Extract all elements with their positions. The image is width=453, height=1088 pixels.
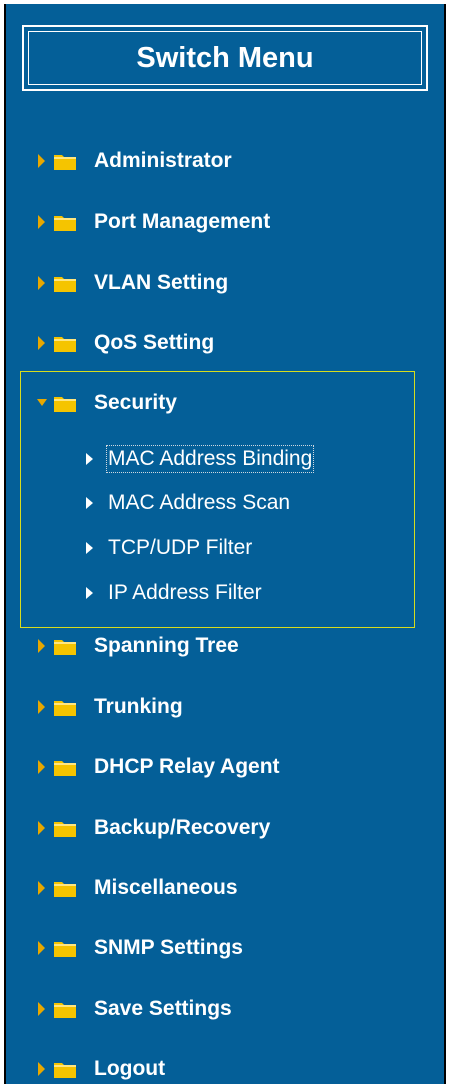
submenu-item-label: MAC Address Binding [105,445,315,473]
folder-icon [54,761,76,776]
folder-icon [54,277,76,292]
menu-item-label: Logout [94,1057,166,1080]
submenu-item-label: IP Address Filter [108,581,262,604]
menu-title-box: Switch Menu [22,25,428,91]
expand-arrow-icon [38,276,45,290]
expand-arrow-icon [38,700,45,714]
menu-item-label: QoS Setting [94,331,215,354]
submenu-item-label: MAC Address Scan [108,491,291,514]
switch-menu-panel: Switch Menu Administrator Port Managemen… [4,4,446,1084]
menu-item-label: Port Management [94,210,271,233]
folder-icon [54,1003,76,1018]
menu-item-label: DHCP Relay Agent [94,755,280,778]
menu-title: Switch Menu [28,31,422,85]
menu-item-vlan-setting[interactable]: VLAN Setting [37,268,228,298]
submenu-arrow-icon [86,453,93,465]
menu-item-security[interactable]: Security [37,388,177,418]
folder-icon [54,216,76,231]
menu-item-label: Backup/Recovery [94,816,271,839]
folder-icon [54,397,76,412]
submenu-item-mac-address-scan[interactable]: MAC Address Scan [85,489,290,517]
menu-item-label: Spanning Tree [94,634,239,657]
submenu-item-ip-address-filter[interactable]: IP Address Filter [85,579,262,607]
folder-icon [54,1063,76,1078]
expand-arrow-icon [38,1062,45,1076]
menu-item-spanning-tree[interactable]: Spanning Tree [37,631,239,661]
submenu-arrow-icon [86,587,93,599]
menu-item-miscellaneous[interactable]: Miscellaneous [37,873,238,903]
menu-item-logout[interactable]: Logout [37,1054,165,1084]
menu-item-label: Save Settings [94,997,232,1020]
expand-arrow-icon [38,1002,45,1016]
folder-icon [54,882,76,897]
expand-arrow-icon [38,821,45,835]
folder-icon [54,155,76,170]
menu-item-backup-recovery[interactable]: Backup/Recovery [37,813,270,843]
menu-item-trunking[interactable]: Trunking [37,692,183,722]
submenu-arrow-icon [86,542,93,554]
menu-item-port-management[interactable]: Port Management [37,207,270,237]
submenu-arrow-icon [86,497,93,509]
expand-arrow-icon [38,215,45,229]
menu-item-qos-setting[interactable]: QoS Setting [37,328,214,358]
menu-item-dhcp-relay-agent[interactable]: DHCP Relay Agent [37,752,280,782]
folder-icon [54,822,76,837]
submenu-item-label: TCP/UDP Filter [108,536,253,559]
folder-icon [54,701,76,716]
expand-arrow-icon [38,941,45,955]
expand-arrow-icon [38,154,45,168]
folder-icon [54,942,76,957]
menu-item-label: Trunking [94,695,183,718]
menu-item-label: SNMP Settings [94,936,243,959]
folder-icon [54,337,76,352]
menu-item-snmp-settings[interactable]: SNMP Settings [37,933,243,963]
expand-arrow-icon [38,336,45,350]
menu-item-label: VLAN Setting [94,271,229,294]
menu-item-save-settings[interactable]: Save Settings [37,994,232,1024]
folder-icon [54,640,76,655]
expand-arrow-icon [38,881,45,895]
submenu-item-tcp-udp-filter[interactable]: TCP/UDP Filter [85,534,252,562]
expand-arrow-icon [38,760,45,774]
menu-item-label: Security [94,391,177,414]
submenu-item-mac-address-binding[interactable]: MAC Address Binding [85,445,315,473]
expand-arrow-icon [38,639,45,653]
menu-item-label: Administrator [94,149,232,172]
menu-item-label: Miscellaneous [94,876,238,899]
menu-item-administrator[interactable]: Administrator [37,146,232,176]
collapse-arrow-icon [37,399,47,406]
